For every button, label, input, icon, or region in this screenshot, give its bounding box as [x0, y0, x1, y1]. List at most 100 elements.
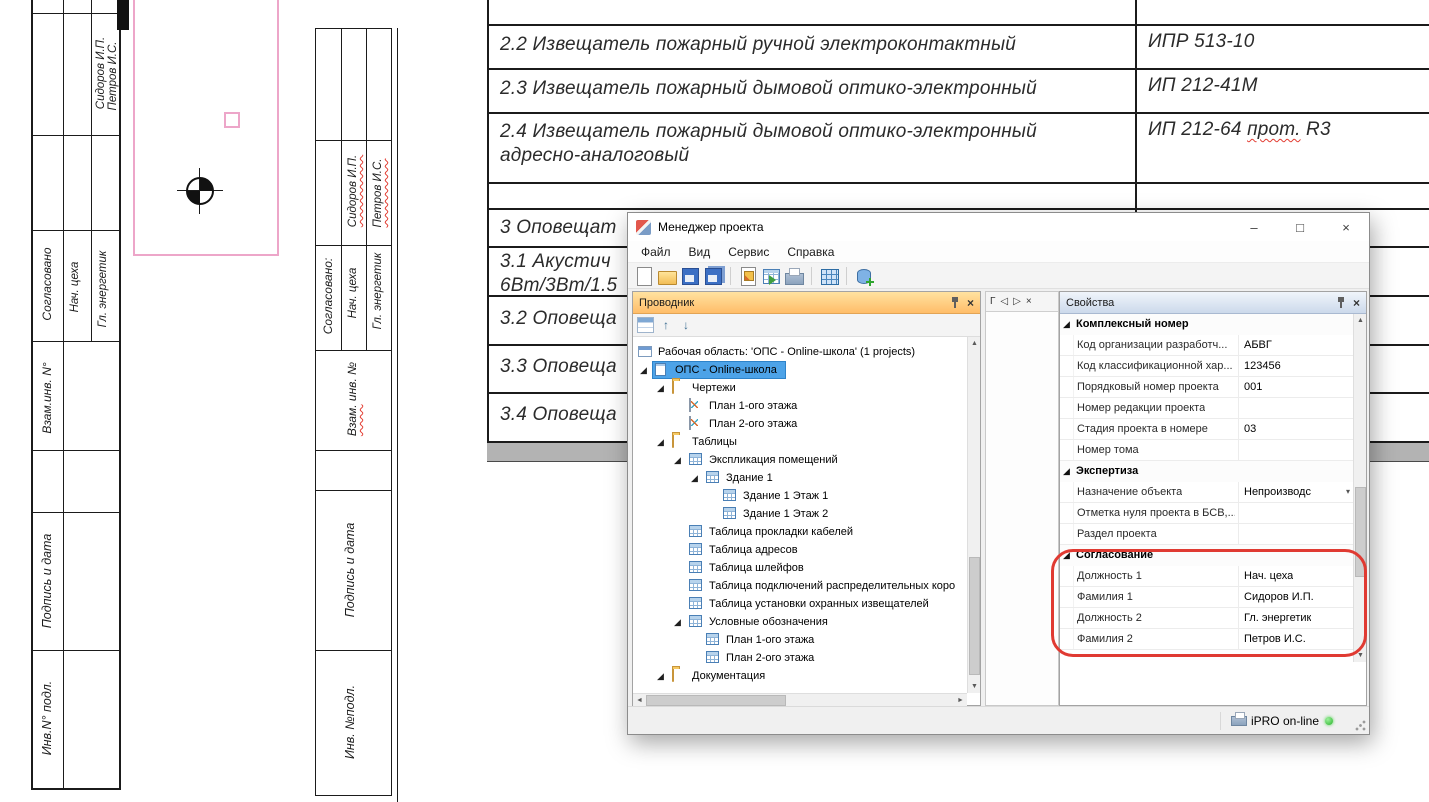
document-partial-tab[interactable]: Г: [990, 296, 995, 307]
tree-expander-icon[interactable]: ◢: [674, 456, 681, 465]
menu-service[interactable]: Сервис: [719, 245, 778, 259]
resize-grip[interactable]: [1354, 719, 1367, 732]
property-row[interactable]: Код классификационной хар...123456: [1060, 356, 1353, 377]
tree-item-label[interactable]: Таблица установки охранных извещателей: [706, 596, 932, 613]
tree-item[interactable]: ◢ Здание 1: [633, 469, 968, 487]
tree-item[interactable]: Рабочая область: 'ОПС - Online-школа' (1…: [633, 343, 968, 361]
menu-file[interactable]: Файл: [632, 245, 680, 259]
tree-item-label[interactable]: Таблица адресов: [706, 542, 801, 559]
tree-vertical-scrollbar[interactable]: ▲ ▼: [967, 337, 980, 693]
property-row[interactable]: Стадия проекта в номере03: [1060, 419, 1353, 440]
tree-item[interactable]: ◢ Документация: [633, 667, 968, 685]
tree-item[interactable]: Таблица адресов: [633, 541, 968, 559]
tree-item-label[interactable]: План 1-ого этажа: [706, 398, 800, 415]
combo-arrow-icon[interactable]: ▾: [1346, 487, 1350, 496]
property-row[interactable]: Номер редакции проекта: [1060, 398, 1353, 419]
tree-item-label[interactable]: Таблица прокладки кабелей: [706, 524, 856, 541]
tree-item[interactable]: ◢ Условные обозначения: [633, 613, 968, 631]
tree-expander-icon[interactable]: ◢: [657, 384, 664, 393]
property-row[interactable]: Код организации разработч...АБВГ: [1060, 335, 1353, 356]
property-row[interactable]: Раздел проекта: [1060, 524, 1353, 545]
dialog-titlebar[interactable]: Менеджер проекта – □ ×: [628, 213, 1369, 241]
tree-item[interactable]: Здание 1 Этаж 1: [633, 487, 968, 505]
tree-item-label[interactable]: Таблицы: [689, 434, 740, 451]
view-toggle-icon[interactable]: [637, 317, 654, 333]
pin-icon[interactable]: [950, 296, 960, 309]
tree-item[interactable]: План 2-ого этажа: [633, 649, 968, 667]
save-icon[interactable]: [680, 266, 700, 286]
tree-expander-icon[interactable]: ◢: [657, 438, 664, 447]
tree-expander-icon[interactable]: ◢: [657, 672, 664, 681]
tree-item-label[interactable]: План 2-ого этажа: [706, 416, 800, 433]
tree-item[interactable]: План 2-ого этажа: [633, 415, 968, 433]
tree-item[interactable]: ◢ Чертежи: [633, 379, 968, 397]
menu-view[interactable]: Вид: [680, 245, 720, 259]
tab-prev-icon[interactable]: ◁: [1000, 296, 1008, 307]
tab-close-icon[interactable]: ×: [1026, 296, 1032, 307]
property-value[interactable]: 123456: [1244, 360, 1281, 372]
tree-item[interactable]: Здание 1 Этаж 2: [633, 505, 968, 523]
tree-item-label[interactable]: Условные обозначения: [706, 614, 831, 631]
explorer-panel-header[interactable]: Проводник ×: [633, 292, 980, 314]
panel-close-icon[interactable]: ×: [1353, 297, 1360, 309]
properties-panel-header[interactable]: Свойства ×: [1060, 292, 1366, 314]
move-down-icon[interactable]: ↓: [678, 317, 694, 333]
category-expander-icon[interactable]: ◢: [1063, 467, 1070, 476]
database-icon[interactable]: [854, 266, 874, 286]
scroll-down-icon[interactable]: ▼: [968, 680, 981, 693]
new-document-icon[interactable]: [634, 266, 654, 286]
category-expander-icon[interactable]: ◢: [1063, 320, 1070, 329]
tree-item-label[interactable]: Документация: [689, 668, 768, 685]
tree-item-label[interactable]: Таблица подключений распределительных ко…: [706, 578, 958, 595]
property-value[interactable]: АБВГ: [1244, 339, 1272, 351]
page-setup-icon[interactable]: [738, 266, 758, 286]
tree-horizontal-scrollbar[interactable]: ◄ ►: [633, 693, 967, 706]
scroll-up-icon[interactable]: ▲: [968, 337, 981, 350]
property-category[interactable]: ◢Экспертиза: [1060, 461, 1353, 482]
tree-item[interactable]: План 1-ого этажа: [633, 397, 968, 415]
property-row[interactable]: Порядковый номер проекта001: [1060, 377, 1353, 398]
open-project-icon[interactable]: [657, 266, 677, 286]
panel-close-icon[interactable]: ×: [967, 297, 974, 309]
specification-icon[interactable]: [819, 266, 839, 286]
property-value[interactable]: 03: [1244, 423, 1256, 435]
property-category[interactable]: ◢Комплексный номер: [1060, 314, 1353, 335]
tree-item[interactable]: ◢ ОПС - Online-школа: [633, 361, 968, 379]
tree-item-label[interactable]: Чертежи: [689, 380, 739, 397]
tree-item-label[interactable]: План 2-ого этажа: [723, 650, 817, 667]
tree-item-label[interactable]: ОПС - Online-школа: [672, 362, 780, 379]
menu-help[interactable]: Справка: [778, 245, 843, 259]
tree-item[interactable]: ◢ Экспликация помещений: [633, 451, 968, 469]
export-table-icon[interactable]: [761, 266, 781, 286]
tree-item-label[interactable]: Таблица шлейфов: [706, 560, 807, 577]
property-row[interactable]: Номер тома: [1060, 440, 1353, 461]
tree-item[interactable]: Таблица подключений распределительных ко…: [633, 577, 968, 595]
property-value[interactable]: 001: [1244, 381, 1262, 393]
tree-expander-icon[interactable]: ◢: [691, 474, 698, 483]
printer-icon[interactable]: [1231, 716, 1247, 726]
property-row[interactable]: Назначение объектаНепроизводс▾: [1060, 482, 1353, 503]
close-button[interactable]: ×: [1323, 213, 1369, 241]
save-all-icon[interactable]: [703, 266, 723, 286]
tree-item[interactable]: Таблица установки охранных извещателей: [633, 595, 968, 613]
scrollbar-thumb[interactable]: [969, 557, 980, 675]
move-up-icon[interactable]: ↑: [658, 317, 674, 333]
tree-item[interactable]: План 1-ого этажа: [633, 631, 968, 649]
tree-item-label[interactable]: Экспликация помещений: [706, 452, 841, 469]
tree-expander-icon[interactable]: ◢: [674, 618, 681, 627]
pin-icon[interactable]: [1336, 296, 1346, 309]
tree-item-label[interactable]: Здание 1: [723, 470, 776, 487]
tree-item[interactable]: ◢ Таблицы: [633, 433, 968, 451]
tab-next-icon[interactable]: ▷: [1013, 296, 1021, 307]
tree-item[interactable]: Таблица прокладки кабелей: [633, 523, 968, 541]
tree-item[interactable]: Таблица шлейфов: [633, 559, 968, 577]
maximize-button[interactable]: □: [1277, 213, 1323, 241]
tree-item-label[interactable]: Рабочая область: 'ОПС - Online-школа' (1…: [655, 344, 918, 361]
tree-item-label[interactable]: Здание 1 Этаж 2: [740, 506, 831, 523]
print-icon[interactable]: [784, 266, 804, 286]
property-value[interactable]: Непроизводс: [1244, 486, 1311, 498]
tree-expander-icon[interactable]: ◢: [640, 366, 647, 375]
property-row[interactable]: Отметка нуля проекта в БСВ,...: [1060, 503, 1353, 524]
scroll-up-icon[interactable]: ▲: [1354, 314, 1367, 327]
tree-item-label[interactable]: План 1-ого этажа: [723, 632, 817, 649]
